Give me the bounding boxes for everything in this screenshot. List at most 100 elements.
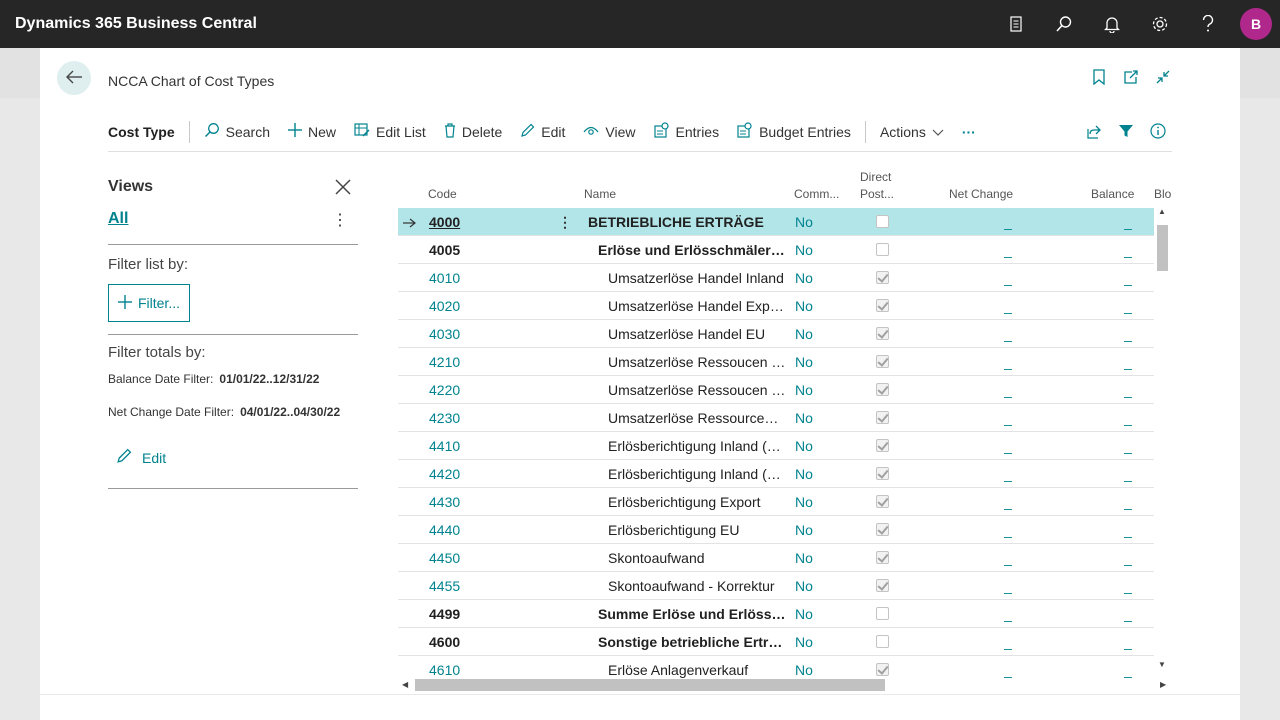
info-icon[interactable] [1150, 122, 1166, 142]
share-icon[interactable] [1086, 123, 1102, 142]
table-row[interactable]: 4430 Erlösberichtigung Export No _ _ [398, 488, 1154, 516]
cell-balance[interactable]: _ [1124, 572, 1136, 600]
more-actions-button[interactable]: ··· [962, 112, 976, 152]
cell-net-change[interactable]: _ [1004, 488, 1016, 516]
cell-balance[interactable]: _ [1124, 460, 1136, 488]
cell-code[interactable]: 4450 [429, 544, 519, 572]
vertical-scrollbar-thumb[interactable] [1157, 225, 1168, 271]
table-row[interactable]: 4010 Umsatzerlöse Handel Inland No _ _ [398, 264, 1154, 292]
cell-net-change[interactable]: _ [1004, 292, 1016, 320]
cell-comm[interactable]: No [795, 236, 835, 264]
close-views-button[interactable] [334, 178, 352, 199]
cell-comm[interactable]: No [795, 404, 835, 432]
table-row[interactable]: 4230 Umsatzerlöse Ressourcen EU No _ _ [398, 404, 1154, 432]
cell-comm[interactable]: No [795, 348, 835, 376]
column-header-comm[interactable]: Comm... [794, 187, 839, 201]
cell-net-change[interactable]: _ [1004, 208, 1016, 236]
cell-comm[interactable]: No [795, 628, 835, 656]
collapse-icon[interactable] [1154, 68, 1172, 86]
table-row[interactable]: 4600 Sonstige betriebliche Erträge No _ _ [398, 628, 1154, 656]
add-filter-button[interactable]: Filter... [108, 284, 190, 322]
balance-date-filter[interactable]: Balance Date Filter: 01/01/22..12/31/22 [108, 372, 319, 386]
cell-balance[interactable]: _ [1124, 208, 1136, 236]
bell-icon[interactable] [1088, 0, 1136, 48]
cell-code[interactable]: 4010 [429, 264, 519, 292]
net-change-date-filter[interactable]: Net Change Date Filter: 04/01/22..04/30/2… [108, 405, 340, 419]
cell-balance[interactable]: _ [1124, 544, 1136, 572]
view-more-menu[interactable]: ⋮ [332, 210, 348, 230]
avatar[interactable]: B [1240, 8, 1272, 40]
search-icon[interactable] [1040, 0, 1088, 48]
vertical-scrollbar[interactable]: ▲ ▼ [1156, 207, 1172, 670]
column-header-code[interactable]: Code [428, 187, 457, 201]
cell-balance[interactable]: _ [1124, 348, 1136, 376]
help-icon[interactable] [1184, 0, 1232, 48]
cell-comm[interactable]: No [795, 516, 835, 544]
search-button[interactable]: Search [204, 112, 270, 152]
cell-balance[interactable]: _ [1124, 264, 1136, 292]
table-row[interactable]: 4210 Umsatzerlöse Ressoucen Inland No _ _ [398, 348, 1154, 376]
column-header-name[interactable]: Name [584, 187, 616, 201]
view-button[interactable]: View [583, 112, 636, 152]
cell-net-change[interactable]: _ [1004, 376, 1016, 404]
cell-code[interactable]: 4220 [429, 376, 519, 404]
table-row[interactable]: ⋮ 4000 BETRIEBLICHE ERTRÄGE No _ _ [398, 208, 1154, 236]
budget-entries-button[interactable]: Budget Entries [737, 112, 851, 152]
cell-balance[interactable]: _ [1124, 292, 1136, 320]
cell-comm[interactable]: No [795, 600, 835, 628]
new-button[interactable]: New [288, 112, 336, 152]
table-row[interactable]: 4220 Umsatzerlöse Ressoucen Export No _ _ [398, 376, 1154, 404]
scroll-up-icon[interactable]: ▲ [1158, 207, 1166, 216]
cell-net-change[interactable]: _ [1004, 572, 1016, 600]
cell-balance[interactable]: _ [1124, 404, 1136, 432]
table-row[interactable]: 4020 Umsatzerlöse Handel Export No _ _ [398, 292, 1154, 320]
table-row[interactable]: 4499 Summe Erlöse und Erlösschmälerungen N… [398, 600, 1154, 628]
cell-code[interactable]: 4410 [429, 432, 519, 460]
cell-balance[interactable]: _ [1124, 376, 1136, 404]
cell-comm[interactable]: No [795, 376, 835, 404]
cell-balance[interactable]: _ [1124, 628, 1136, 656]
cell-code[interactable]: 4420 [429, 460, 519, 488]
cell-net-change[interactable]: _ [1004, 348, 1016, 376]
column-header-direct-posting[interactable]: Direct Post... [860, 170, 894, 201]
scroll-left-icon[interactable]: ◀ [402, 680, 408, 689]
cell-code[interactable]: 4230 [429, 404, 519, 432]
cell-net-change[interactable]: _ [1004, 236, 1016, 264]
cell-comm[interactable]: No [795, 488, 835, 516]
tab-cost-type[interactable]: Cost Type [108, 120, 190, 143]
cell-comm[interactable]: No [795, 432, 835, 460]
cell-balance[interactable]: _ [1124, 320, 1136, 348]
table-row[interactable]: 4410 Erlösberichtigung Inland (1... No _ _ [398, 432, 1154, 460]
edit-list-button[interactable]: Edit List [354, 112, 426, 152]
cell-code[interactable]: 4440 [429, 516, 519, 544]
table-row[interactable]: 4030 Umsatzerlöse Handel EU No _ _ [398, 320, 1154, 348]
cell-comm[interactable]: No [795, 544, 835, 572]
cell-net-change[interactable]: _ [1004, 264, 1016, 292]
open-in-new-window-icon[interactable] [1122, 68, 1140, 86]
table-row[interactable]: 4005 Erlöse und Erlösschmälerungen No _ _ [398, 236, 1154, 264]
view-all-link[interactable]: All [108, 210, 128, 228]
cell-code[interactable]: 4499 [429, 600, 519, 628]
table-row[interactable]: 4450 Skontoaufwand No _ _ [398, 544, 1154, 572]
cell-comm[interactable]: No [795, 208, 835, 236]
cell-net-change[interactable]: _ [1004, 628, 1016, 656]
cell-balance[interactable]: _ [1124, 236, 1136, 264]
cell-net-change[interactable]: _ [1004, 432, 1016, 460]
cell-net-change[interactable]: _ [1004, 404, 1016, 432]
cell-comm[interactable]: No [795, 460, 835, 488]
cell-code[interactable]: 4000 [429, 208, 519, 236]
gear-icon[interactable] [1136, 0, 1184, 48]
horizontal-scrollbar[interactable]: ◀ ▶ [398, 677, 1170, 693]
table-row[interactable]: 4455 Skontoaufwand - Korrektur No _ _ [398, 572, 1154, 600]
column-header-net-change[interactable]: Net Change [949, 187, 1013, 201]
column-header-blocked[interactable]: Blo [1154, 187, 1171, 201]
cell-code[interactable]: 4455 [429, 572, 519, 600]
app-title[interactable]: Dynamics 365 Business Central [15, 15, 257, 33]
edit-totals-button[interactable]: Edit [116, 448, 166, 467]
back-button[interactable] [57, 61, 91, 95]
cell-comm[interactable]: No [795, 572, 835, 600]
cell-code[interactable]: 4030 [429, 320, 519, 348]
document-icon[interactable] [992, 0, 1040, 48]
cell-code[interactable]: 4020 [429, 292, 519, 320]
actions-menu[interactable]: Actions [864, 120, 944, 143]
